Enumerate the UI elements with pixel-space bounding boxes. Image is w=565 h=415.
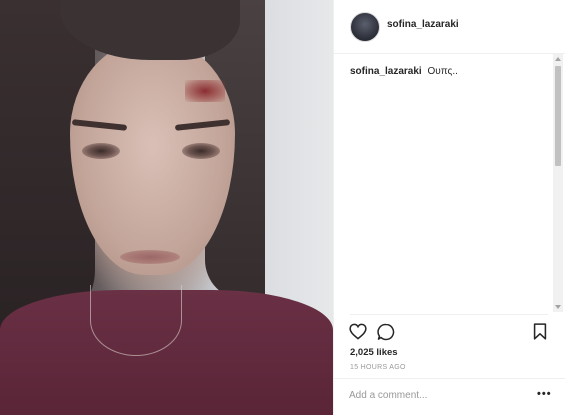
- heart-icon[interactable]: [349, 323, 367, 340]
- caption: sofina_lazaraki Ουπς..: [350, 66, 458, 77]
- post-timestamp[interactable]: 15 HOURS AGO: [350, 364, 406, 371]
- panel-divider: [333, 0, 334, 415]
- photo-mouth: [120, 250, 180, 264]
- caption-username[interactable]: sofina_lazaraki: [350, 66, 422, 77]
- scroll-thumb[interactable]: [555, 66, 561, 166]
- header-username[interactable]: sofina_lazaraki: [387, 19, 459, 30]
- photo-left-eye: [82, 143, 120, 159]
- comments-scrollbar[interactable]: [553, 54, 563, 312]
- bookmark-icon[interactable]: [533, 323, 547, 340]
- scroll-down-arrow-icon[interactable]: [553, 302, 563, 312]
- more-options-icon[interactable]: •••: [537, 388, 552, 400]
- caption-text: Ουπς..: [427, 66, 458, 77]
- photo-right-eye: [182, 143, 220, 159]
- comment-icon[interactable]: [377, 323, 395, 341]
- avatar[interactable]: [350, 12, 380, 42]
- scroll-up-arrow-icon[interactable]: [553, 54, 563, 64]
- photo-wound: [185, 80, 225, 102]
- actions-divider: [350, 314, 548, 315]
- post-frame: sofina_lazaraki sofina_lazaraki Ουπς.. 2…: [0, 0, 565, 415]
- post-photo[interactable]: [0, 0, 333, 415]
- add-comment-input[interactable]: [349, 387, 519, 403]
- likes-count[interactable]: 2,025 likes: [350, 347, 398, 358]
- comment-divider: [334, 378, 565, 379]
- post-header: sofina_lazaraki: [334, 0, 565, 54]
- photo-necklace: [90, 285, 182, 356]
